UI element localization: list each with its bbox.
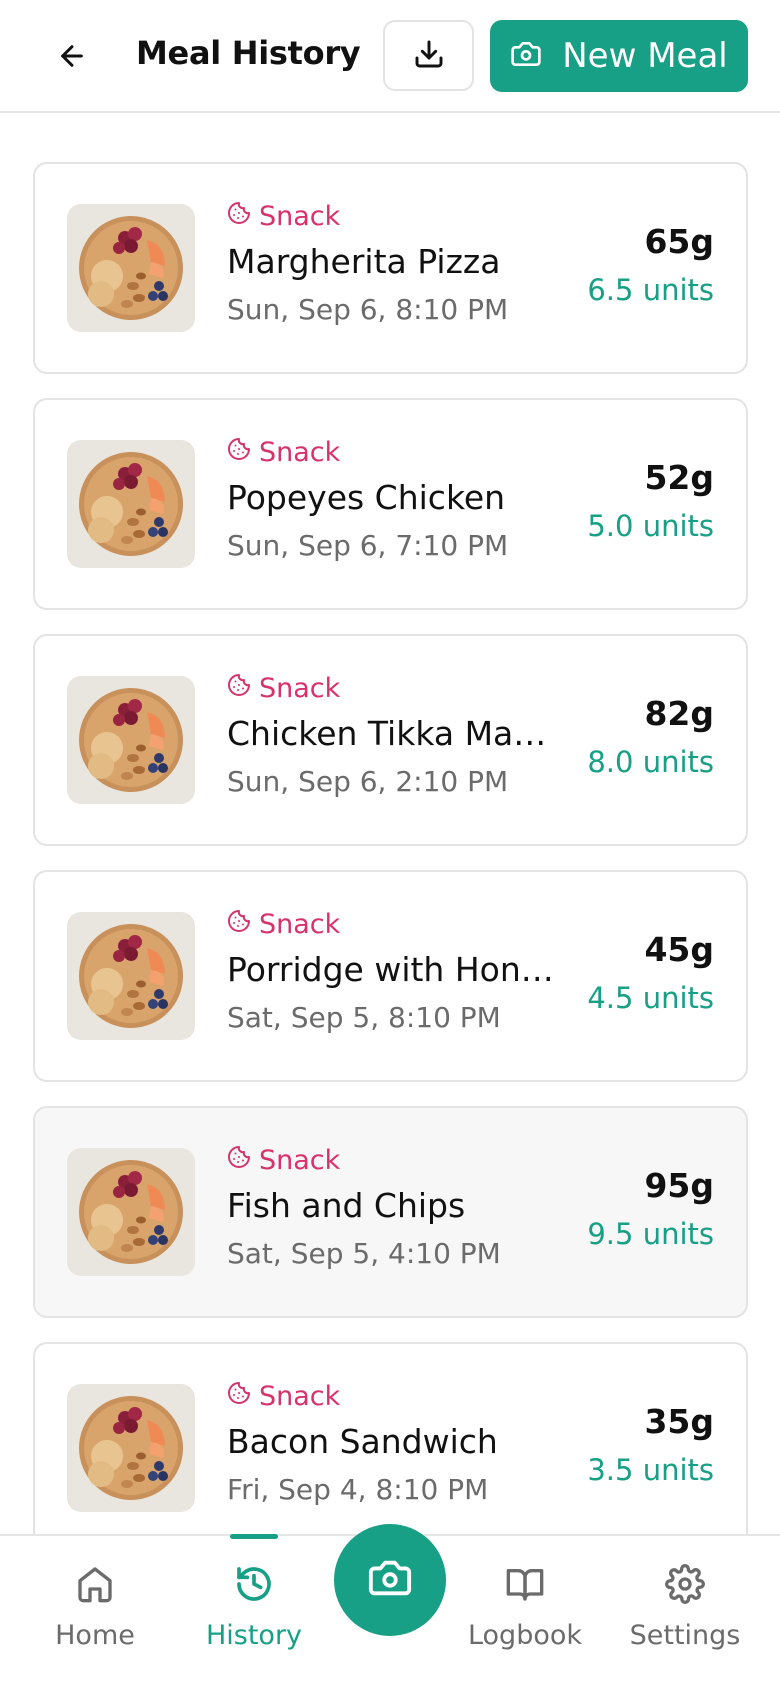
insulin-units: 9.5 units — [587, 1217, 714, 1251]
home-icon — [75, 1564, 115, 1608]
gear-icon — [665, 1564, 705, 1608]
capture-meal-button[interactable] — [334, 1524, 446, 1636]
meal-photo — [67, 676, 195, 804]
meal-date: Sun, Sep 6, 8:10 PM — [227, 293, 509, 326]
book-open-icon — [505, 1564, 545, 1608]
category-tag: Snack — [227, 670, 557, 706]
insulin-units: 5.0 units — [587, 509, 714, 543]
nav-home-label: Home — [55, 1620, 135, 1651]
category-tag: Snack — [227, 1378, 557, 1414]
nav-home[interactable]: Home — [30, 1548, 160, 1651]
top-app-bar: Meal History New Meal — [0, 0, 780, 113]
category-label: Snack — [259, 1380, 341, 1412]
meal-card[interactable]: Snack Chicken Tikka Mas... Sun, Sep 6, 2… — [33, 634, 748, 846]
nav-settings-label: Settings — [629, 1620, 741, 1651]
carbs-value: 35g — [644, 1402, 714, 1441]
meal-date: Sat, Sep 5, 8:10 PM — [227, 1001, 501, 1034]
active-tab-indicator — [230, 1534, 278, 1539]
camera-icon — [510, 38, 542, 74]
new-meal-button[interactable]: New Meal — [490, 20, 748, 92]
arrow-left-icon — [56, 40, 88, 76]
meal-date: Sun, Sep 6, 2:10 PM — [227, 765, 509, 798]
cookie-icon — [227, 909, 251, 940]
camera-icon — [367, 1555, 413, 1605]
nav-logbook-label: Logbook — [467, 1620, 583, 1651]
back-button[interactable] — [44, 30, 100, 86]
meal-date: Fri, Sep 4, 8:10 PM — [227, 1473, 489, 1506]
insulin-units: 6.5 units — [587, 273, 714, 307]
history-icon — [234, 1564, 274, 1608]
nav-history-label: History — [205, 1620, 303, 1651]
page-title: Meal History — [136, 34, 361, 72]
cookie-icon — [227, 437, 251, 468]
carbs-value: 95g — [644, 1166, 714, 1205]
category-label: Snack — [259, 672, 341, 704]
meal-card[interactable]: Snack Margherita Pizza Sun, Sep 6, 8:10 … — [33, 162, 748, 374]
export-button[interactable] — [383, 20, 474, 91]
carbs-value: 65g — [644, 222, 714, 261]
category-label: Snack — [259, 436, 341, 468]
meal-photo — [67, 912, 195, 1040]
meal-photo — [67, 204, 195, 332]
category-label: Snack — [259, 908, 341, 940]
nav-history[interactable]: History — [189, 1548, 319, 1651]
category-tag: Snack — [227, 434, 557, 470]
meal-card[interactable]: Snack Porridge with Honey Sat, Sep 5, 8:… — [33, 870, 748, 1082]
meal-name: Chicken Tikka Mas... — [227, 714, 557, 753]
meal-photo — [67, 1148, 195, 1276]
meal-name: Popeyes Chicken — [227, 478, 506, 517]
category-tag: Snack — [227, 198, 557, 234]
category-tag: Snack — [227, 1142, 557, 1178]
meal-card[interactable]: Snack Bacon Sandwich Fri, Sep 4, 8:10 PM… — [33, 1342, 748, 1554]
category-label: Snack — [259, 1144, 341, 1176]
meal-date: Sat, Sep 5, 4:10 PM — [227, 1237, 501, 1270]
new-meal-label: New Meal — [562, 36, 728, 76]
meal-name: Margherita Pizza — [227, 242, 501, 281]
cookie-icon — [227, 1381, 251, 1412]
meal-photo — [67, 1384, 195, 1512]
cookie-icon — [227, 673, 251, 704]
cookie-icon — [227, 1145, 251, 1176]
download-icon — [413, 38, 445, 74]
meal-list: Snack Margherita Pizza Sun, Sep 6, 8:10 … — [33, 162, 748, 1578]
meal-card[interactable]: Snack Fish and Chips Sat, Sep 5, 4:10 PM… — [33, 1106, 748, 1318]
carbs-value: 52g — [644, 458, 714, 497]
meal-name: Bacon Sandwich — [227, 1422, 498, 1461]
category-tag: Snack — [227, 906, 557, 942]
cookie-icon — [227, 201, 251, 232]
meal-date: Sun, Sep 6, 7:10 PM — [227, 529, 509, 562]
carbs-value: 82g — [644, 694, 714, 733]
category-label: Snack — [259, 200, 341, 232]
meal-name: Porridge with Honey — [227, 950, 557, 989]
insulin-units: 4.5 units — [587, 981, 714, 1015]
nav-logbook[interactable]: Logbook — [460, 1548, 590, 1651]
meal-photo — [67, 440, 195, 568]
meal-name: Fish and Chips — [227, 1186, 466, 1225]
insulin-units: 3.5 units — [587, 1453, 714, 1487]
insulin-units: 8.0 units — [587, 745, 714, 779]
nav-settings[interactable]: Settings — [620, 1548, 750, 1651]
carbs-value: 45g — [644, 930, 714, 969]
meal-card[interactable]: Snack Popeyes Chicken Sun, Sep 6, 7:10 P… — [33, 398, 748, 610]
